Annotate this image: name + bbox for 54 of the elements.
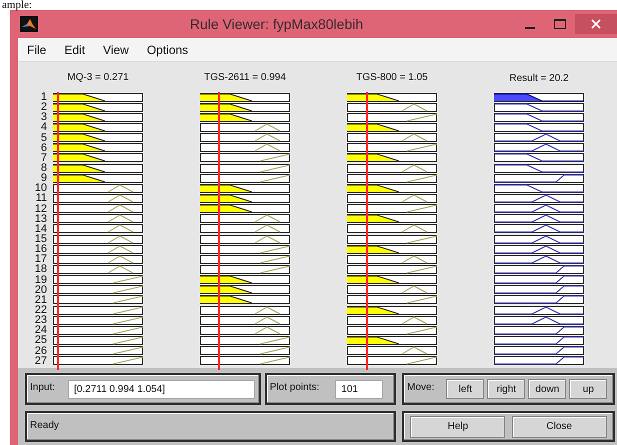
minimize-icon (525, 26, 535, 28)
rule-number: 6 (40, 142, 47, 153)
plot-points-field[interactable]: 101 (335, 380, 384, 398)
menu-item[interactable]: Options (138, 40, 198, 58)
window-title: Rule Viewer: fypMax80lebih (188, 14, 364, 34)
rule-number: 16 (34, 244, 47, 254)
input-label: Input: (29, 381, 56, 395)
rule-number: 27 (34, 356, 47, 366)
rule-number: 5 (40, 132, 47, 143)
move-button[interactable]: right (487, 379, 526, 399)
app-logo-icon (20, 16, 38, 32)
rule-number: 11 (34, 193, 47, 204)
rule-number: 19 (34, 274, 47, 285)
rule-number: 13 (34, 214, 47, 224)
menu-item[interactable]: File (18, 40, 56, 58)
rule-number: 4 (40, 122, 47, 132)
move-button[interactable]: down (528, 379, 566, 399)
move-button[interactable]: left (446, 379, 484, 399)
menu-item[interactable]: Edit (55, 40, 94, 58)
rule-number: 24 (34, 325, 47, 336)
rule-number: 20 (34, 284, 47, 295)
document-text: ample: (1, 0, 33, 10)
rule-number: 3 (40, 112, 47, 122)
rule-number: 10 (34, 183, 47, 194)
rule-number: 22 (34, 305, 47, 316)
variable-label: Result = 20.2 (508, 72, 570, 86)
rule-number: 25 (34, 335, 47, 346)
input-field[interactable]: [0.2711 0.994 1.054] (68, 380, 256, 398)
variable-label: MQ-3 = 0.271 (66, 70, 130, 84)
move-button[interactable]: up (569, 379, 608, 399)
rule-number: 14 (34, 224, 47, 234)
rule-number: 12 (34, 204, 47, 214)
rule-number: 15 (34, 234, 47, 244)
menu-item[interactable]: View (94, 40, 138, 58)
rule-number: 2 (40, 102, 47, 112)
rule-number: 17 (34, 254, 47, 264)
rule-number: 21 (34, 294, 47, 305)
move-label: Move: (406, 381, 434, 395)
close-icon (591, 19, 601, 29)
rule-number: 8 (40, 163, 47, 174)
variable-label: TGS-2611 = 0.994 (203, 70, 287, 84)
dialog-button[interactable]: Help (410, 416, 506, 438)
dialog-button[interactable]: Close (512, 416, 607, 438)
rule-number: 18 (34, 264, 47, 274)
rule-number: 1 (40, 92, 47, 102)
rule-number: 9 (40, 173, 47, 184)
close-button[interactable] (575, 14, 617, 34)
plot-points-label: Plot points: (268, 381, 320, 395)
status-text: Ready (29, 419, 59, 433)
variable-label: TGS-800 = 1.05 (355, 70, 429, 84)
rule-number: 7 (40, 152, 47, 163)
maximize-icon (554, 19, 566, 29)
rule-number: 26 (34, 346, 47, 356)
rule-number: 23 (34, 315, 47, 326)
